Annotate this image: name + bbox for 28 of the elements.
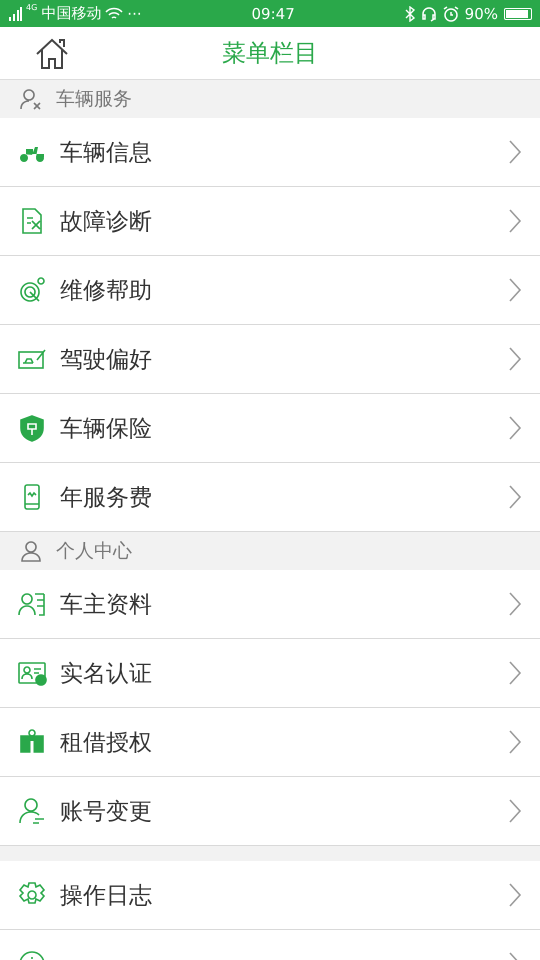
chevron-icon: [508, 882, 522, 908]
signal-icon: [8, 6, 22, 22]
person-icon: [20, 540, 42, 562]
network-type: 4G: [26, 3, 38, 12]
alarm-icon: [442, 6, 459, 22]
carrier-name: 中国移动: [41, 4, 102, 23]
section-title: 个人中心: [56, 539, 132, 564]
headset-icon: [420, 6, 437, 22]
chevron-icon: [508, 591, 522, 617]
page-title: 菜单栏目: [222, 38, 318, 69]
person-wrench-icon: [20, 88, 42, 110]
chevron-icon: [508, 729, 522, 755]
more-dots: ···: [127, 4, 142, 22]
chevron-icon: [508, 208, 522, 234]
chevron-icon: [508, 660, 522, 686]
battery-percent: 90%: [464, 4, 498, 22]
wifi-icon: [105, 6, 124, 20]
chevron-icon: [508, 798, 522, 824]
chevron-icon: [508, 277, 522, 303]
home-button[interactable]: [34, 37, 70, 71]
section-title: 车辆服务: [56, 87, 132, 112]
chevron-icon: [508, 415, 522, 441]
battery-icon: [504, 8, 532, 20]
chevron-icon: [508, 346, 522, 372]
bluetooth-icon: [404, 6, 415, 22]
chevron-icon: [508, 139, 522, 165]
chevron-icon: [508, 484, 522, 510]
clock-time: 09:47: [252, 4, 295, 22]
